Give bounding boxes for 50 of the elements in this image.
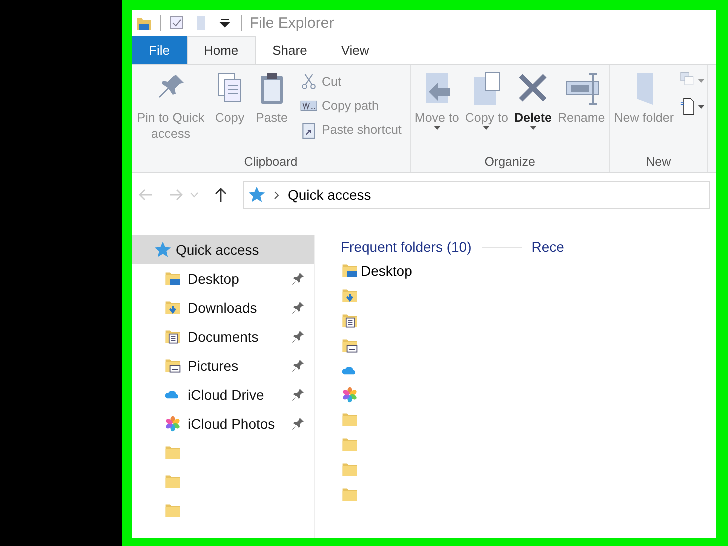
group-label: Organize <box>484 155 536 169</box>
caret-icon <box>698 105 705 109</box>
downloads-folder-icon <box>341 287 359 306</box>
group-label: Clipboard <box>243 155 299 169</box>
ribbon-button[interactable]: Delete <box>512 69 554 155</box>
sidebar-item[interactable]: Documents <box>132 322 314 351</box>
downloads-folder-icon <box>164 298 182 316</box>
sidebar-item[interactable]: Quick access <box>132 235 314 264</box>
folder-name[interactable]: Desktop <box>361 263 412 280</box>
address-bar[interactable]: Quick access <box>243 181 710 209</box>
ribbon-icon-button[interactable] <box>678 97 705 117</box>
checkmark-icon[interactable] <box>169 15 185 31</box>
sidebar-item[interactable]: iCloud Drive <box>132 380 314 409</box>
pin-icon[interactable] <box>292 418 304 430</box>
ribbon-tab[interactable]: Share <box>256 36 324 64</box>
section-heading: Frequent folders (10) <box>341 239 472 255</box>
ribbon-tab[interactable]: File <box>132 36 187 64</box>
documents-folder-icon <box>164 328 182 346</box>
pin-icon[interactable] <box>292 330 304 342</box>
flower-icon <box>164 414 182 432</box>
group-label: New <box>645 155 672 169</box>
pictures-folder-icon <box>164 356 182 374</box>
documents-folder-icon <box>341 312 359 330</box>
up-arrow-icon[interactable] <box>213 187 229 203</box>
section-heading: Rece <box>532 239 564 255</box>
star-icon <box>248 186 266 204</box>
flower-icon <box>341 386 359 404</box>
scissors-icon <box>300 73 318 91</box>
sidebar-item[interactable]: Downloads <box>132 293 314 322</box>
pin-icon[interactable] <box>292 360 304 372</box>
caret-icon <box>530 126 537 130</box>
pin-icon[interactable] <box>292 272 304 284</box>
star-icon <box>154 240 172 258</box>
caret-icon <box>434 126 441 130</box>
pin-icon[interactable] <box>292 302 304 314</box>
ribbon-tab[interactable]: View <box>324 36 386 64</box>
desktop-folder-icon <box>164 270 182 288</box>
ribbon-tab[interactable]: Home <box>186 36 256 64</box>
window-title: File Explorer <box>250 14 334 32</box>
pin-icon[interactable] <box>292 388 304 400</box>
sidebar-item[interactable]: Desktop <box>132 264 314 293</box>
sidebar-item[interactable]: iCloud Photos <box>132 409 314 438</box>
desktop-folder-icon <box>341 262 359 280</box>
sidebar-item[interactable]: Pictures <box>132 351 314 380</box>
paste-shortcut-icon <box>300 121 318 139</box>
pictures-folder-icon <box>341 336 359 355</box>
rename-icon <box>564 71 600 107</box>
caret-icon <box>698 79 705 83</box>
chevron-right-icon <box>274 190 280 200</box>
caret-icon <box>483 126 490 130</box>
